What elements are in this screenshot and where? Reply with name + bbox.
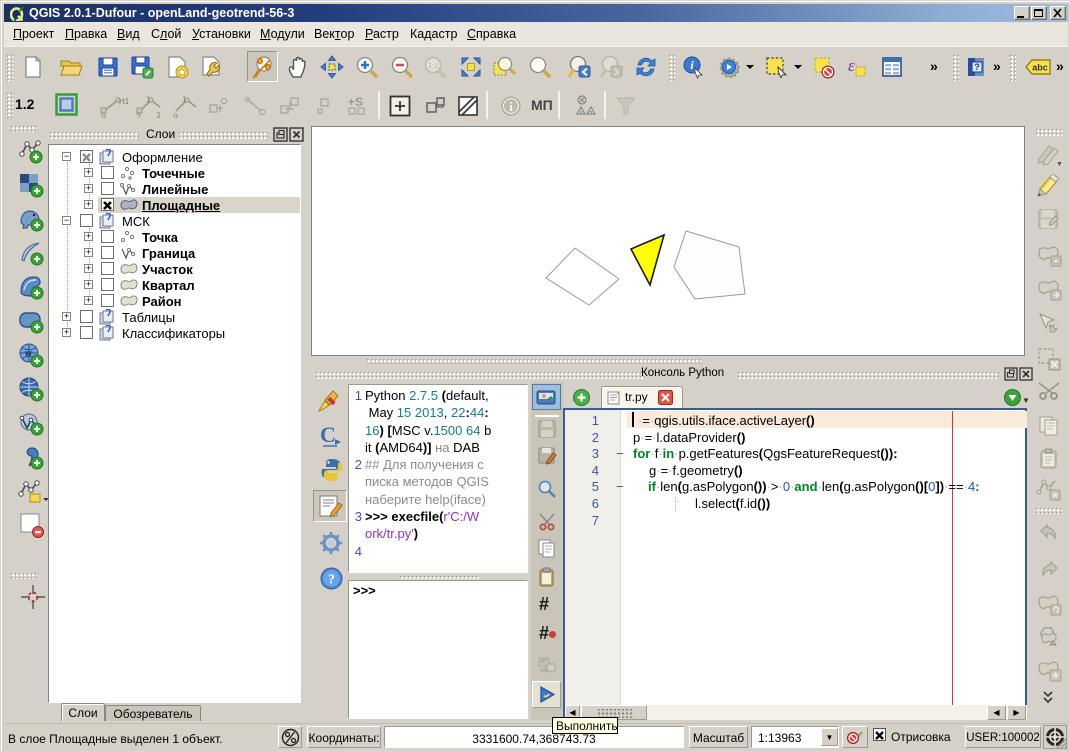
- svg-text:obj: obj: [540, 668, 548, 674]
- svg-text:3: 3: [156, 111, 161, 118]
- svg-text:1: 1: [146, 95, 151, 104]
- svg-text:9: 9: [173, 112, 178, 118]
- svg-text:1: 1: [182, 95, 187, 104]
- svg-text:2: 2: [136, 112, 141, 118]
- svg-text:i: i: [509, 99, 513, 114]
- svg-text:?: ?: [974, 62, 980, 72]
- svg-text:C: C: [320, 422, 336, 447]
- svg-text:W: W: [25, 351, 32, 358]
- svg-text:H1: H1: [119, 97, 128, 106]
- svg-text:+S: +S: [348, 95, 363, 109]
- svg-text:ε: ε: [848, 56, 855, 75]
- svg-text:1:1: 1:1: [428, 63, 438, 70]
- svg-text:abc: abc: [1032, 63, 1048, 73]
- svg-text:9: 9: [101, 112, 106, 118]
- svg-text:?: ?: [328, 573, 335, 588]
